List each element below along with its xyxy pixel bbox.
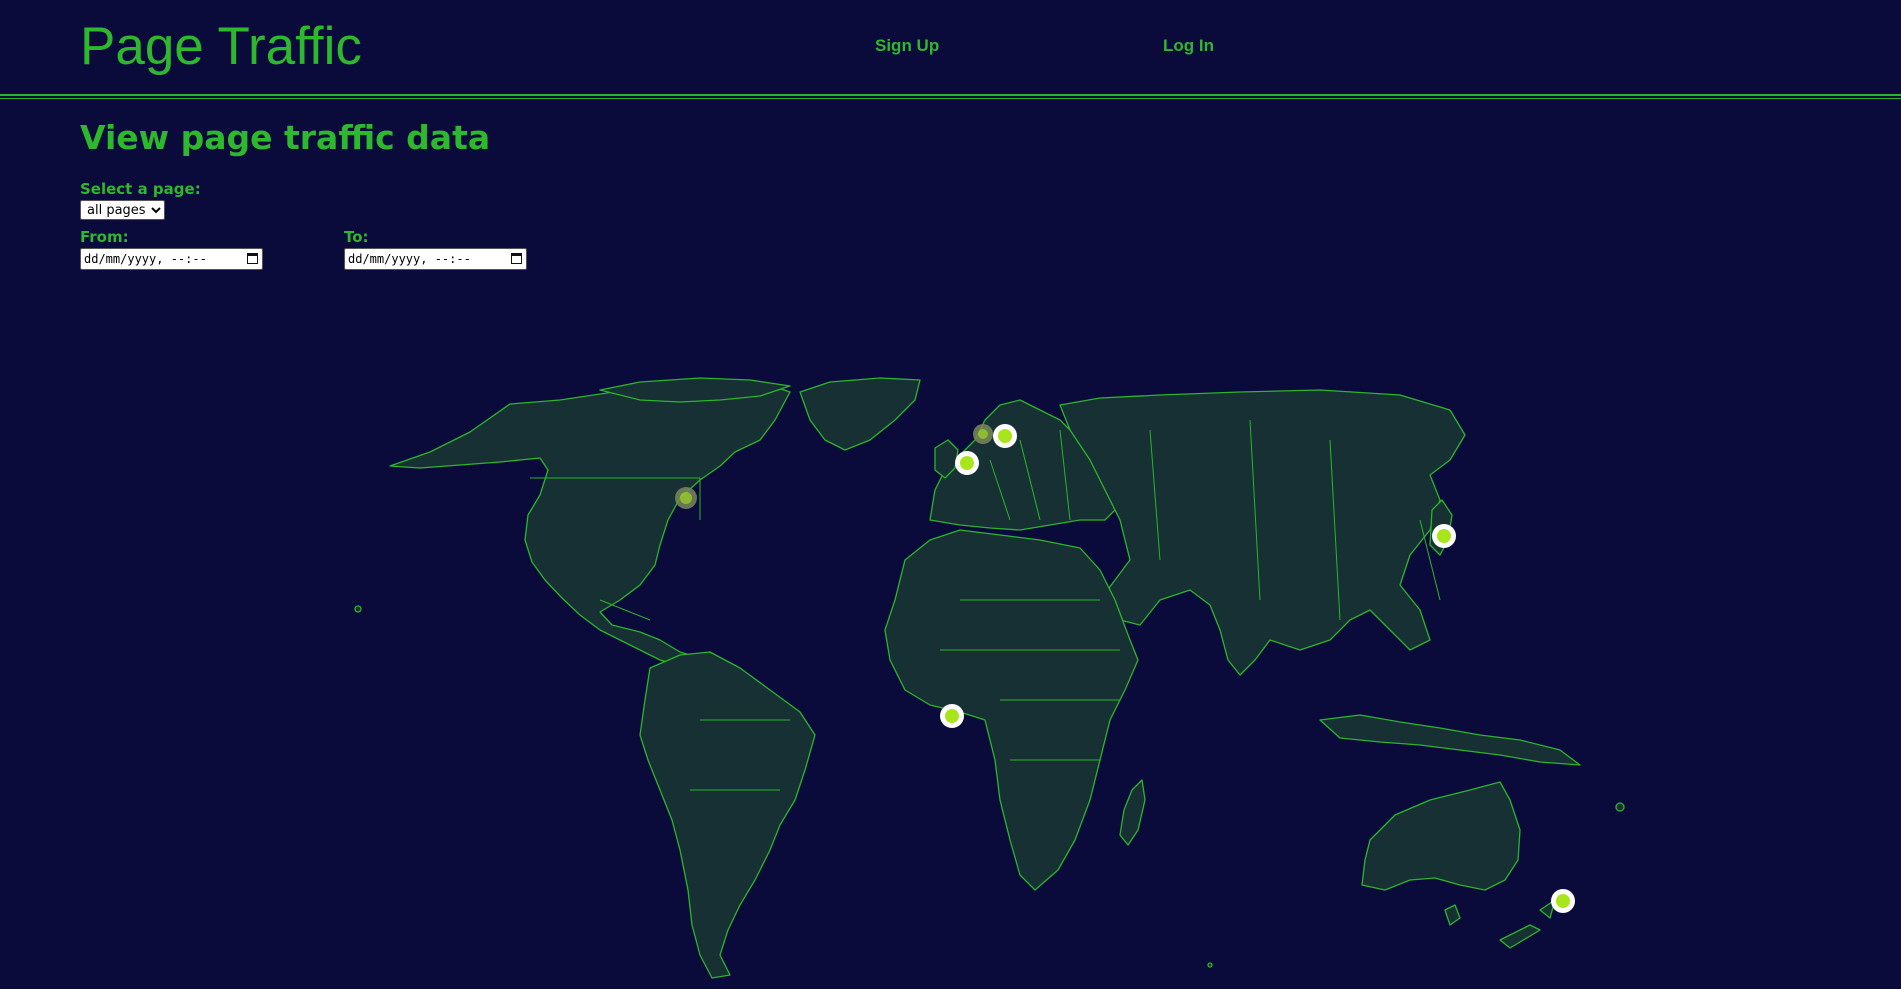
page-select-label: Select a page: bbox=[80, 180, 201, 198]
site-header: Page Traffic Sign Up Log In bbox=[0, 0, 1901, 96]
to-label: To: bbox=[344, 228, 369, 246]
login-link[interactable]: Log In bbox=[1163, 36, 1214, 56]
world-traffic-map[interactable] bbox=[0, 300, 1901, 989]
landmass-new-zealand bbox=[1499, 899, 1556, 949]
from-label: From: bbox=[80, 228, 129, 246]
continent-south-america bbox=[639, 651, 816, 979]
traffic-marker[interactable] bbox=[1551, 889, 1575, 913]
site-brand[interactable]: Page Traffic bbox=[80, 16, 362, 77]
from-datetime-input[interactable]: dd/mm/yyyy, --:-- bbox=[80, 248, 263, 270]
traffic-marker[interactable] bbox=[675, 487, 697, 509]
traffic-marker[interactable] bbox=[973, 424, 993, 444]
island-fiji bbox=[1615, 802, 1625, 812]
to-datetime-input[interactable]: dd/mm/yyyy, --:-- bbox=[344, 248, 527, 270]
traffic-marker[interactable] bbox=[940, 704, 964, 728]
calendar-icon[interactable] bbox=[247, 253, 258, 264]
traffic-marker[interactable] bbox=[1432, 524, 1456, 548]
landmass-southeast-asia bbox=[1319, 714, 1581, 766]
header-divider bbox=[0, 94, 1901, 96]
signup-link[interactable]: Sign Up bbox=[875, 36, 939, 56]
calendar-icon[interactable] bbox=[511, 253, 522, 264]
continent-africa bbox=[884, 529, 1139, 891]
continent-north-america bbox=[389, 379, 791, 669]
traffic-marker[interactable] bbox=[993, 424, 1017, 448]
page-title: View page traffic data bbox=[80, 118, 491, 157]
traffic-marker[interactable] bbox=[955, 451, 979, 475]
island-small bbox=[1207, 962, 1213, 968]
landmass-tasmania bbox=[1444, 904, 1461, 926]
from-datetime-value: dd/mm/yyyy, --:-- bbox=[84, 252, 207, 266]
landmass-greenland bbox=[799, 377, 921, 451]
island-hawaii bbox=[354, 605, 362, 613]
continent-australia bbox=[1361, 781, 1521, 891]
page-select[interactable]: all pages bbox=[80, 200, 165, 220]
landmass-madagascar bbox=[1119, 779, 1146, 846]
to-datetime-value: dd/mm/yyyy, --:-- bbox=[348, 252, 471, 266]
header-divider-thin bbox=[0, 98, 1901, 99]
